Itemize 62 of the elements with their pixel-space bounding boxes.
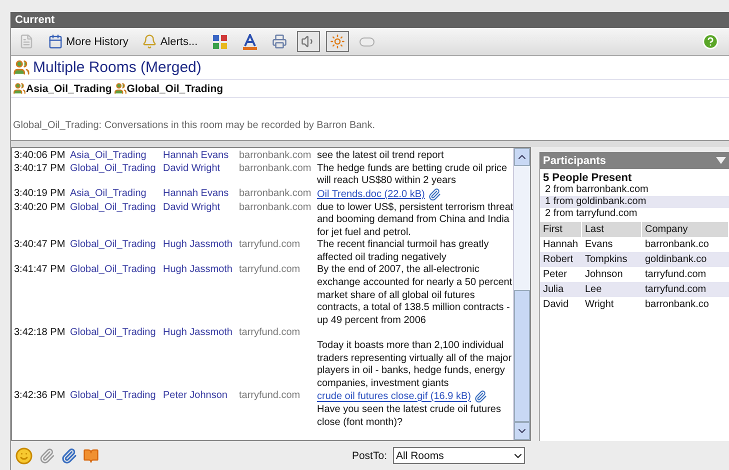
message-domain: tarryfund.com	[239, 264, 302, 278]
message-domain: barronbank.com	[239, 162, 312, 176]
column-header[interactable]: First	[540, 222, 582, 237]
table-cell: Julia	[540, 282, 582, 297]
toolbar-button[interactable]: Alerts...	[138, 31, 202, 52]
message-text: By the end of 2007, the all-electronic exchange accounted for nearly a 50 percent market share of all global oil futures contracts, a total of 138.5 million contracts - up 49 percent from 2006	[317, 264, 513, 328]
recording-notice: Global_Oil_Trading: Conversations in this room may be recorded by Barron Bank.	[12, 120, 376, 131]
message-room: Global_Oil_Trading	[70, 327, 157, 340]
message-time: 3:40:47 PM	[14, 239, 66, 252]
message-sender: Hannah Evans	[163, 188, 230, 201]
room-name: Global_Oil_Trading	[126, 82, 224, 94]
message-time: 3:40:20 PM	[14, 202, 66, 215]
table-cell: goldinbank.co	[642, 252, 729, 267]
column-header[interactable]: Last	[582, 222, 642, 237]
toolbar-button[interactable]: More History	[44, 31, 132, 52]
message-room: Global_Oil_Trading	[70, 264, 157, 278]
message-sender: David Wright	[163, 162, 222, 176]
message-time: 3:42:18 PM	[14, 327, 66, 340]
message-time: 3:42:36 PM	[14, 390, 66, 404]
message-room: Global_Oil_Trading	[70, 202, 157, 215]
company-count: 1 from goldinbank.com	[540, 196, 729, 208]
message-domain: barronbank.com	[239, 150, 312, 163]
message-time: 3:41:47 PM	[14, 264, 66, 278]
message-text: The hedge funds are betting crude oil price will reach US$80 within 2 years	[317, 162, 508, 188]
message-sender: Peter Johnson	[163, 390, 228, 404]
message-time: 3:40:06 PM	[14, 150, 66, 163]
panel-title: Participants	[543, 154, 606, 166]
attachment-link[interactable]: Oil Trends.doc (22.0 kB)	[317, 188, 425, 200]
message-text: Have you seen the latest crude oil futures close (font month)?	[317, 404, 502, 430]
message-sender: Hugh Jassmoth	[163, 327, 234, 340]
message-time: 3:40:19 PM	[14, 188, 66, 201]
message-room: Asia_Oil_Trading	[70, 188, 148, 201]
table-cell: Lee	[582, 282, 642, 297]
message-time: 3:40:17 PM	[14, 162, 66, 176]
message-domain: tarryfund.com	[239, 239, 302, 252]
message-room: Global_Oil_Trading	[70, 390, 157, 404]
message-room: Global_Oil_Trading	[70, 162, 157, 176]
message-text: see the latest oil trend report	[317, 150, 445, 163]
message-domain: barronbank.com	[239, 188, 312, 201]
table-cell: tarryfund.com	[642, 282, 729, 297]
message-sender: Hugh Jassmoth	[163, 264, 234, 278]
message-sender: Hannah Evans	[163, 150, 230, 163]
message-room: Global_Oil_Trading	[70, 239, 157, 252]
message-room: Asia_Oil_Trading	[70, 150, 148, 163]
table-cell: Tompkins	[582, 252, 642, 267]
room-title: Multiple Rooms (Merged)	[33, 59, 202, 76]
message-domain: tarryfund.com	[239, 327, 302, 340]
attachment-link[interactable]: crude oil futures close.gif (16.9 kB)	[317, 392, 471, 403]
message-text: Today it boasts more than 2,100 individual traders representing virtually all of the major players in oil - banks, hedge funds, energy companies, investment giants	[317, 339, 513, 390]
post-to-label: PostTo:	[352, 450, 387, 462]
window-title: Current	[11, 12, 729, 28]
message-text: The recent financial turmoil has greatly affected oil trading negatively	[317, 239, 490, 264]
column-header[interactable]: Company	[642, 222, 729, 237]
room-name: Asia_Oil_Trading	[26, 82, 112, 94]
message-text: due to lower US$, persistent terrorism threat and booming demand from China and India for jet fuel and petrol.	[317, 202, 513, 240]
people-count: 5 People Present	[542, 171, 633, 184]
message-domain: barronbank.com	[239, 202, 312, 215]
message-domain: tarryfund.com	[239, 390, 302, 404]
message-sender: David Wright	[163, 202, 222, 215]
message-sender: Hugh Jassmoth	[163, 239, 234, 252]
table-cell: Robert	[540, 252, 582, 267]
post-to-select[interactable]: All Rooms	[393, 447, 525, 464]
